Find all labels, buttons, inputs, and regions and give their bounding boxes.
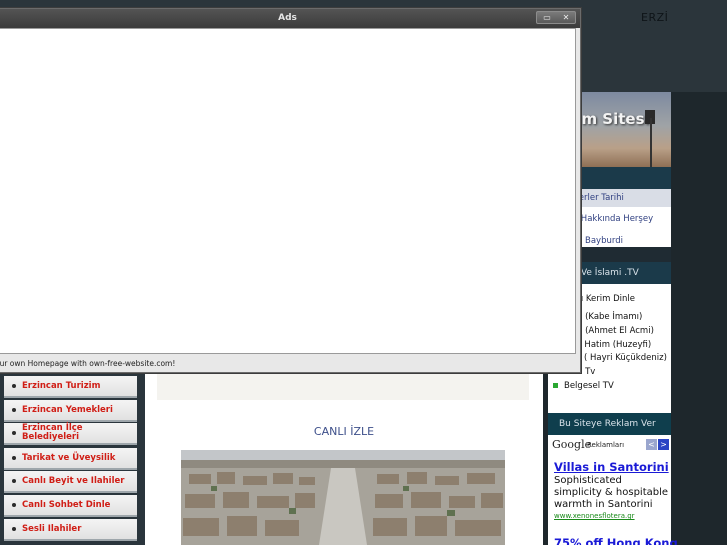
window-title: Ads bbox=[278, 13, 297, 23]
google-logo: Google bbox=[552, 438, 592, 451]
menu-item-sesli-ilahiler[interactable]: Sesli Ilahiler bbox=[4, 519, 137, 541]
arrow-left-icon[interactable]: < bbox=[646, 439, 657, 450]
close-icon[interactable]: ✕ bbox=[557, 13, 575, 23]
ad-description: Sophisticated simplicity & hospitable wa… bbox=[554, 475, 669, 510]
ad-title-link[interactable]: 75% off Hong Kong bbox=[554, 536, 678, 545]
menu-item-tarikat[interactable]: Tarikat ve Üveysilik bbox=[4, 448, 137, 470]
section-header-ads[interactable]: Bu Siteye Reklam Ver bbox=[548, 413, 671, 435]
city-photo bbox=[181, 450, 505, 545]
google-ads-header: Google Reklamları < > bbox=[548, 436, 671, 454]
site-brand-text: ERZİ bbox=[641, 11, 669, 24]
window-status-text: our own Homepage with own-free-website.c… bbox=[0, 359, 176, 368]
content-panel bbox=[157, 372, 529, 400]
bullet-icon bbox=[12, 503, 16, 507]
menu-item-beyit-ilahiler[interactable]: Canlı Beyit ve Ilahiler bbox=[4, 471, 137, 493]
ads-popup-window: Ads ▭ ✕ our own Homepage with own-free-w… bbox=[0, 8, 581, 373]
menu-item-label: Tarikat ve Üveysilik bbox=[22, 452, 116, 463]
menu-item-label: Erzincan Turizim bbox=[22, 380, 101, 391]
bullet-icon bbox=[12, 384, 16, 388]
flagpole-icon bbox=[650, 118, 652, 167]
minimize-icon[interactable]: ▭ bbox=[538, 13, 556, 23]
bullet-icon bbox=[12, 456, 16, 460]
ad-url-link[interactable]: www.xenonesflotera.gr bbox=[554, 512, 635, 520]
bullet-icon bbox=[12, 527, 16, 531]
menu-item-sohbet[interactable]: Canlı Sohbet Dinle bbox=[4, 495, 137, 517]
ads-content-area[interactable] bbox=[0, 28, 576, 354]
window-titlebar[interactable]: Ads ▭ ✕ bbox=[0, 9, 580, 28]
menu-item-yemekleri[interactable]: Erzincan Yemekleri bbox=[4, 400, 137, 422]
menu-item-label: Erzincan Yemekleri bbox=[22, 404, 113, 415]
menu-item-label: Erzincan İlçe Belediyeleri bbox=[22, 423, 83, 442]
page-heading: CANLI İZLE bbox=[313, 425, 375, 438]
menu-item-belediyeler[interactable]: Erzincan İlçe Belediyeleri bbox=[4, 423, 137, 445]
tv-link-belgesel[interactable]: Belgesel TV bbox=[548, 379, 671, 393]
bullet-icon bbox=[12, 479, 16, 483]
arrow-right-icon[interactable]: > bbox=[658, 439, 669, 450]
ad-title-link[interactable]: Villas in Santorini bbox=[554, 460, 669, 474]
menu-item-label: Sesli Ilahiler bbox=[22, 523, 82, 534]
bullet-icon bbox=[12, 408, 16, 412]
tv-link-label: Belgesel TV bbox=[564, 381, 614, 391]
square-bullet-icon bbox=[553, 383, 558, 388]
menu-item-label: Canlı Beyit ve Ilahiler bbox=[22, 475, 125, 486]
google-ads-label: Reklamları bbox=[587, 441, 625, 449]
menu-item-label: Canlı Sohbet Dinle bbox=[22, 499, 111, 510]
window-controls: ▭ ✕ bbox=[536, 11, 576, 24]
menu-item-turizim[interactable]: Erzincan Turizim bbox=[4, 376, 137, 398]
bullet-icon bbox=[12, 431, 16, 435]
